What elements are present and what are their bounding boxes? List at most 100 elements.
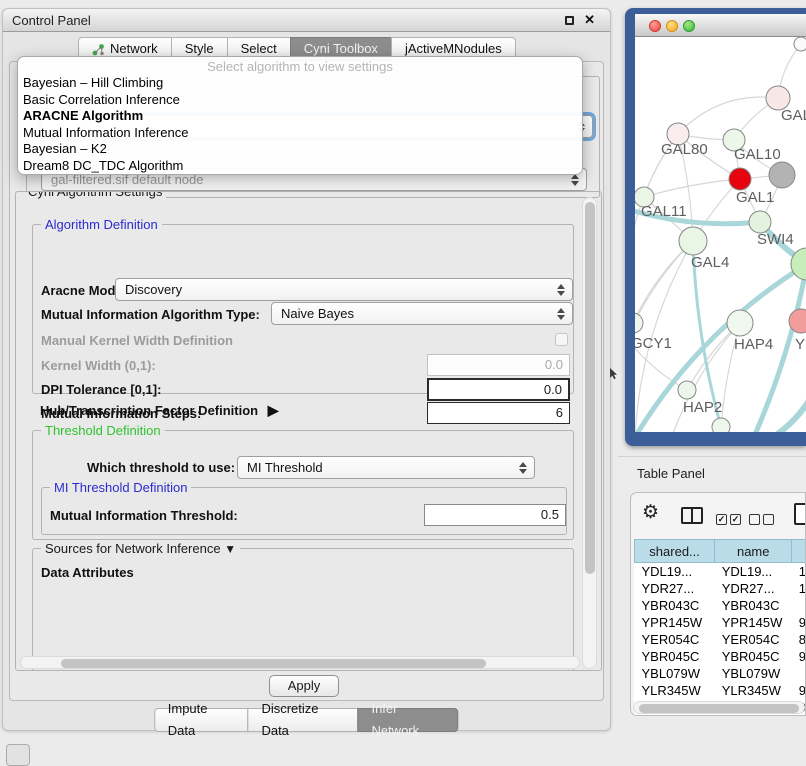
dpi-tolerance-field[interactable]: 0.0 [427, 378, 570, 401]
dropdown-item[interactable]: Bayesian – K2 [18, 141, 582, 158]
node-table[interactable]: shared...nameA YDL19...YDL19...13YDR27..… [634, 539, 806, 716]
mi-threshold-title: MI Threshold Definition [50, 480, 191, 495]
network-node[interactable] [769, 162, 795, 188]
float-window-icon[interactable] [565, 16, 574, 25]
table-cell: 9. [792, 682, 806, 699]
node-label: GCY1 [635, 335, 672, 352]
node-label: Y [795, 336, 805, 353]
settings-group-title: Cyni Algorithm Settings [24, 191, 166, 199]
dropdown-item[interactable]: ARACNE Algorithm [18, 108, 582, 125]
network-node[interactable] [794, 37, 806, 51]
combo-spinner-icon [557, 283, 565, 297]
hub-definition-text: Hub/Transcription Factor Definition [40, 403, 258, 418]
table-cell: YPR145W [715, 614, 792, 631]
dpi-tolerance-label: DPI Tolerance [0,1]: [41, 382, 161, 397]
combo-spinner-icon [557, 307, 565, 321]
table-hscrollbar[interactable] [633, 701, 805, 714]
mi-type-combo[interactable]: Naive Bayes [271, 302, 573, 325]
close-traffic-light-icon[interactable] [649, 20, 661, 32]
network-node[interactable] [712, 418, 730, 432]
tab-discretize-data[interactable]: Discretize Data [247, 708, 358, 732]
node-label: SWI4 [757, 231, 794, 248]
tab-infer-network[interactable]: Infer Network [357, 708, 458, 732]
algorithm-definition-title: Algorithm Definition [41, 217, 162, 232]
settings-hscrollbar[interactable] [20, 656, 580, 669]
table-row[interactable]: YER054CYER054C8. [635, 631, 806, 648]
gear-icon[interactable]: ⚙ [642, 501, 659, 524]
hub-definition-label[interactable]: Hub/Transcription Factor Definition ▶ [40, 402, 279, 419]
aracne-mode-combo[interactable]: Discovery [115, 278, 573, 301]
table-cell: YLR345W [715, 682, 792, 699]
dropdown-item[interactable]: Dream8 DC_TDC Algorithm [18, 158, 582, 175]
minimize-traffic-light-icon[interactable] [666, 20, 678, 32]
table-cell: YPR145W [635, 614, 715, 631]
table-cell [792, 597, 806, 614]
hide-all-columns-icon[interactable] [749, 514, 774, 525]
column-header[interactable]: shared... [635, 540, 715, 563]
table-row[interactable]: YBL079WYBL079W [635, 665, 806, 682]
dropdown-item[interactable]: Bayesian – Hill Climbing [18, 75, 582, 92]
network-node-gal1[interactable] [729, 168, 751, 190]
close-icon[interactable]: ✕ [584, 12, 595, 28]
network-node-swi4[interactable] [749, 211, 771, 233]
checked-box-icon: ✓ [716, 514, 727, 525]
network-edge[interactable] [773, 397, 806, 432]
column-header[interactable]: A [792, 540, 806, 563]
collapse-down-icon[interactable]: ▼ [224, 542, 236, 556]
mi-threshold-field[interactable]: 0.5 [424, 504, 566, 526]
new-table-icon[interactable] [794, 503, 806, 525]
dropdown-item[interactable]: Basic Correlation Inference [18, 92, 582, 109]
sources-title[interactable]: Sources for Network Inference ▼ [41, 541, 240, 556]
table-row[interactable]: YLR345WYLR345W9. [635, 682, 806, 699]
mi-type-label: Mutual Information Algorithm Type: [41, 307, 260, 322]
algorithm-definition-group: Algorithm Definition Aracne Mode: Discov… [32, 224, 574, 394]
network-node-gal4[interactable] [679, 227, 707, 255]
control-panel-titlebar: Control Panel ✕ [3, 9, 610, 32]
node-label: GAL10 [734, 146, 781, 163]
apply-button[interactable]: Apply [269, 675, 339, 697]
mi-steps-field[interactable]: 6 [427, 402, 570, 424]
zoom-traffic-light-icon[interactable] [683, 20, 695, 32]
mi-threshold-label: Mutual Information Threshold: [50, 508, 238, 523]
table-cell: 9. [792, 614, 806, 631]
column-header[interactable]: name [715, 540, 792, 563]
table-row[interactable]: YBR045CYBR045C9. [635, 648, 806, 665]
control-panel: Control Panel ✕ NetworkStyleSelectCyni T… [2, 8, 611, 731]
aracne-mode-value: Discovery [125, 282, 182, 297]
combo-spinner-icon [571, 173, 579, 187]
expand-right-icon[interactable]: ▶ [268, 402, 279, 418]
mi-threshold-group: MI Threshold Definition Mutual Informati… [41, 487, 567, 535]
manual-kernel-checkbox[interactable] [555, 333, 568, 346]
checked-box-icon: ✓ [730, 514, 741, 525]
network-window: GALGAL80GAL10GAL1GAL11SWI4GAL4GCY1HAP4YH… [625, 8, 806, 446]
which-threshold-combo[interactable]: MI Threshold [237, 456, 535, 479]
manual-kernel-label: Manual Kernel Width Definition [41, 333, 233, 348]
settings-vscrollbar[interactable] [582, 197, 597, 669]
node-label: GAL4 [691, 254, 729, 271]
table-cell: YER054C [635, 631, 715, 648]
kernel-width-field[interactable]: 0.0 [427, 354, 570, 376]
split-columns-icon[interactable] [681, 507, 703, 524]
table-row[interactable]: YDR27...YDR27...12 [635, 580, 806, 597]
network-node-hap4[interactable] [727, 310, 753, 336]
table-row[interactable]: YPR145WYPR145W9. [635, 614, 806, 631]
node-label: GAL1 [736, 189, 774, 206]
network-edge[interactable] [644, 179, 740, 197]
sources-group: Sources for Network Inference ▼ Data Att… [32, 548, 574, 671]
network-edge[interactable] [678, 97, 778, 134]
network-icon [92, 43, 105, 56]
network-canvas[interactable]: GALGAL80GAL10GAL1GAL11SWI4GAL4GCY1HAP4YH… [635, 37, 806, 432]
tab-impute-data[interactable]: Impute Data [154, 708, 249, 732]
table-row[interactable]: YDL19...YDL19...13 [635, 563, 806, 580]
table-row[interactable]: YBR043CYBR043C [635, 597, 806, 614]
collapse-panel-button[interactable] [6, 744, 30, 766]
table-cell: YBL079W [635, 665, 715, 682]
network-node-gcy1[interactable] [635, 313, 643, 333]
kernel-width-label: Kernel Width (0,1): [41, 358, 156, 373]
threshold-definition-group: Threshold Definition Which threshold to … [32, 430, 574, 540]
dropdown-item[interactable]: Mutual Information Inference [18, 125, 582, 142]
network-node-hap2[interactable] [678, 381, 696, 399]
table-cell: 12 [792, 580, 806, 597]
show-all-columns-icon[interactable]: ✓ ✓ [716, 514, 741, 525]
network-edge[interactable] [635, 241, 693, 323]
